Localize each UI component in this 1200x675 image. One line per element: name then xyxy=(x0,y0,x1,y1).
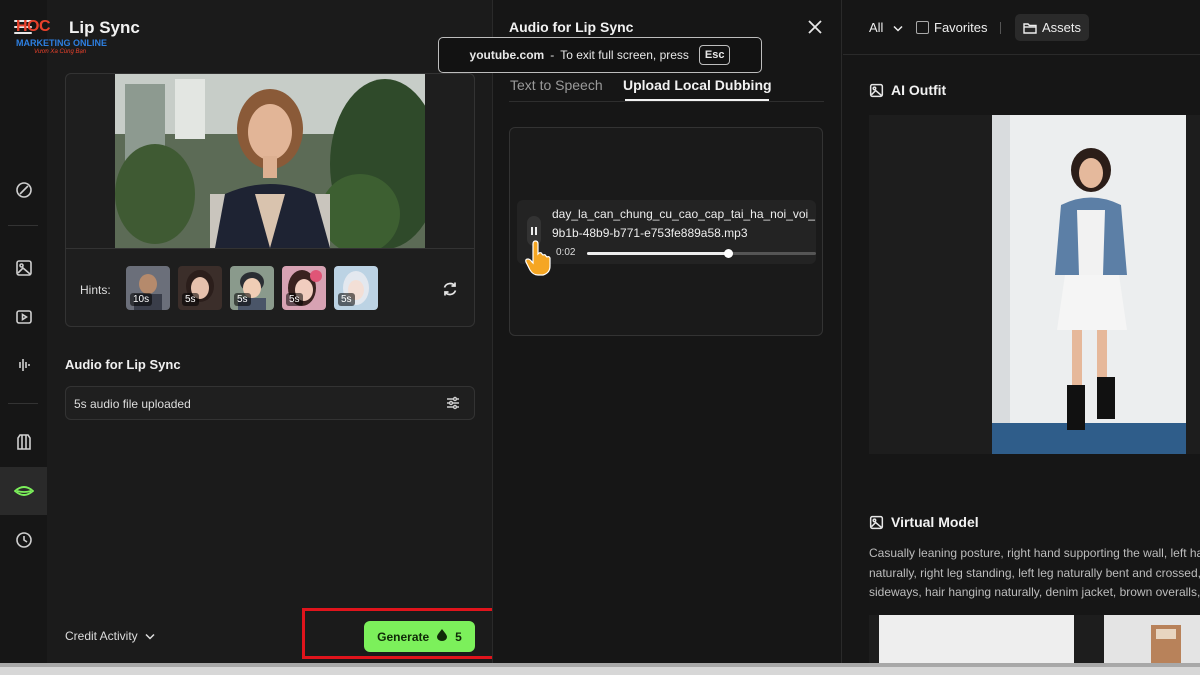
bottom-scrollbar[interactable] xyxy=(0,663,1200,675)
credit-icon xyxy=(437,629,448,644)
chevron-down-icon xyxy=(893,25,903,32)
watermark-logo: HOC MARKETING ONLINE Vươn Xa Cùng Bạn xyxy=(16,18,116,62)
hint-thumbnail[interactable]: 5s xyxy=(282,266,326,310)
active-tab-indicator xyxy=(625,99,769,101)
rail-item-lip-sync[interactable] xyxy=(0,467,47,515)
rail-item-image[interactable] xyxy=(0,244,47,292)
rail-item-magic[interactable] xyxy=(0,166,47,214)
rail-item-audio[interactable] xyxy=(0,341,47,389)
close-icon xyxy=(808,20,822,34)
left-icon-rail xyxy=(0,0,47,663)
image-icon xyxy=(869,515,884,529)
hint-duration: 5s xyxy=(234,293,251,306)
video-preview-card: Hints: 10s 5s 5s 5s 5s xyxy=(65,73,475,327)
hint-thumbnail[interactable]: 5s xyxy=(230,266,274,310)
fullscreen-separator: - xyxy=(550,48,555,62)
rail-divider xyxy=(8,403,38,404)
refresh-hints-button[interactable] xyxy=(442,281,458,302)
close-button[interactable] xyxy=(808,20,822,39)
audio-panel-title: Audio for Lip Sync xyxy=(509,19,634,35)
generate-cost: 5 xyxy=(455,629,462,644)
generate-button[interactable]: Generate 5 xyxy=(364,621,475,652)
sliders-icon xyxy=(447,396,459,410)
logo-line2: MARKETING ONLINE xyxy=(16,38,107,48)
audio-player: day_la_can_chung_cu_cao_cap_tai_ha_noi_v… xyxy=(517,200,816,264)
fullscreen-notice: youtube.com - To exit full screen, press… xyxy=(438,37,762,73)
rail-divider xyxy=(8,225,38,226)
description-line: sideways, hair hanging naturally, denim … xyxy=(869,585,1200,599)
rail-item-history[interactable] xyxy=(0,516,47,564)
hint-duration: 5s xyxy=(286,293,303,306)
section-virtual-model: Virtual Model xyxy=(869,514,979,530)
favorites-checkbox[interactable] xyxy=(916,21,929,34)
refresh-icon xyxy=(443,282,457,296)
assets-label: Assets xyxy=(1041,20,1081,35)
audio-filename-line2: 9b1b-48b9-b771-e753fe889a58.mp3 xyxy=(552,226,748,240)
magic-wand-icon xyxy=(15,182,32,198)
adjust-settings-button[interactable] xyxy=(446,396,460,415)
folder-icon xyxy=(1023,22,1037,34)
tab-upload-local-dubbing[interactable]: Upload Local Dubbing xyxy=(623,77,772,93)
audio-filename-line1: day_la_can_chung_cu_cao_cap_tai_ha_noi_v… xyxy=(552,207,815,221)
progress-slider[interactable] xyxy=(587,249,816,258)
playback-time: 0:02 xyxy=(556,247,576,258)
hint-duration: 5s xyxy=(182,293,199,306)
fullscreen-site: youtube.com xyxy=(469,48,545,62)
filter-all-label: All xyxy=(869,20,884,35)
description-line: naturally, right leg standing, left leg … xyxy=(869,565,1200,580)
audio-section-label: Audio for Lip Sync xyxy=(65,357,181,372)
chevron-down-icon xyxy=(145,629,155,643)
sound-wave-icon xyxy=(18,359,30,371)
section-title: Virtual Model xyxy=(891,514,979,530)
history-icon xyxy=(15,532,32,548)
progress-fill xyxy=(587,252,729,255)
toolbar-divider xyxy=(1000,22,1001,34)
credit-activity-dropdown[interactable]: Credit Activity xyxy=(65,629,155,643)
description-line: Casually leaning posture, right hand sup… xyxy=(869,546,1200,560)
hand-cursor-icon xyxy=(524,240,554,281)
pause-icon xyxy=(531,227,537,235)
tab-text-to-speech[interactable]: Text to Speech xyxy=(510,77,603,93)
image-icon xyxy=(869,83,884,97)
logo-line3: Vươn Xa Cùng Bạn xyxy=(34,49,87,55)
tab-divider xyxy=(509,101,824,102)
hint-thumbnail[interactable]: 5s xyxy=(178,266,222,310)
credit-activity-label: Credit Activity xyxy=(65,629,138,643)
shirt-icon xyxy=(16,434,31,450)
hint-thumbnail[interactable]: 10s xyxy=(126,266,170,310)
favorites-label: Favorites xyxy=(934,20,988,35)
filter-all-dropdown[interactable]: All xyxy=(869,20,903,35)
section-title: AI Outfit xyxy=(891,82,947,98)
audio-field-value: 5s audio file uploaded xyxy=(74,397,191,411)
rail-item-video[interactable] xyxy=(0,293,47,341)
assets-button[interactable]: Assets xyxy=(1015,14,1089,41)
image-icon xyxy=(15,260,32,276)
hint-duration: 10s xyxy=(130,293,153,306)
rail-item-outfit[interactable] xyxy=(0,418,47,466)
hints-row: Hints: 10s 5s 5s 5s 5s xyxy=(66,248,474,326)
fullscreen-message: To exit full screen, press xyxy=(560,48,689,62)
video-preview[interactable] xyxy=(115,74,425,248)
logo-line1: HOC xyxy=(16,18,51,35)
hints-label: Hints: xyxy=(80,283,111,297)
lips-icon xyxy=(13,486,34,496)
virtual-model-description: Casually leaning posture, right hand sup… xyxy=(869,544,1200,603)
virtual-model-previews[interactable] xyxy=(869,615,1200,663)
generate-label: Generate xyxy=(377,629,430,644)
ai-outfit-card[interactable] xyxy=(869,115,1200,454)
esc-key-badge: Esc xyxy=(698,45,731,65)
audio-field[interactable]: 5s audio file uploaded xyxy=(65,386,475,420)
hint-thumbnail[interactable]: 5s xyxy=(334,266,378,310)
section-ai-outfit: AI Outfit xyxy=(869,82,946,98)
audio-filename: day_la_can_chung_cu_cao_cap_tai_ha_noi_v… xyxy=(552,205,815,243)
video-icon xyxy=(15,310,32,324)
hint-duration: 5s xyxy=(338,293,355,306)
progress-handle[interactable] xyxy=(724,249,734,258)
